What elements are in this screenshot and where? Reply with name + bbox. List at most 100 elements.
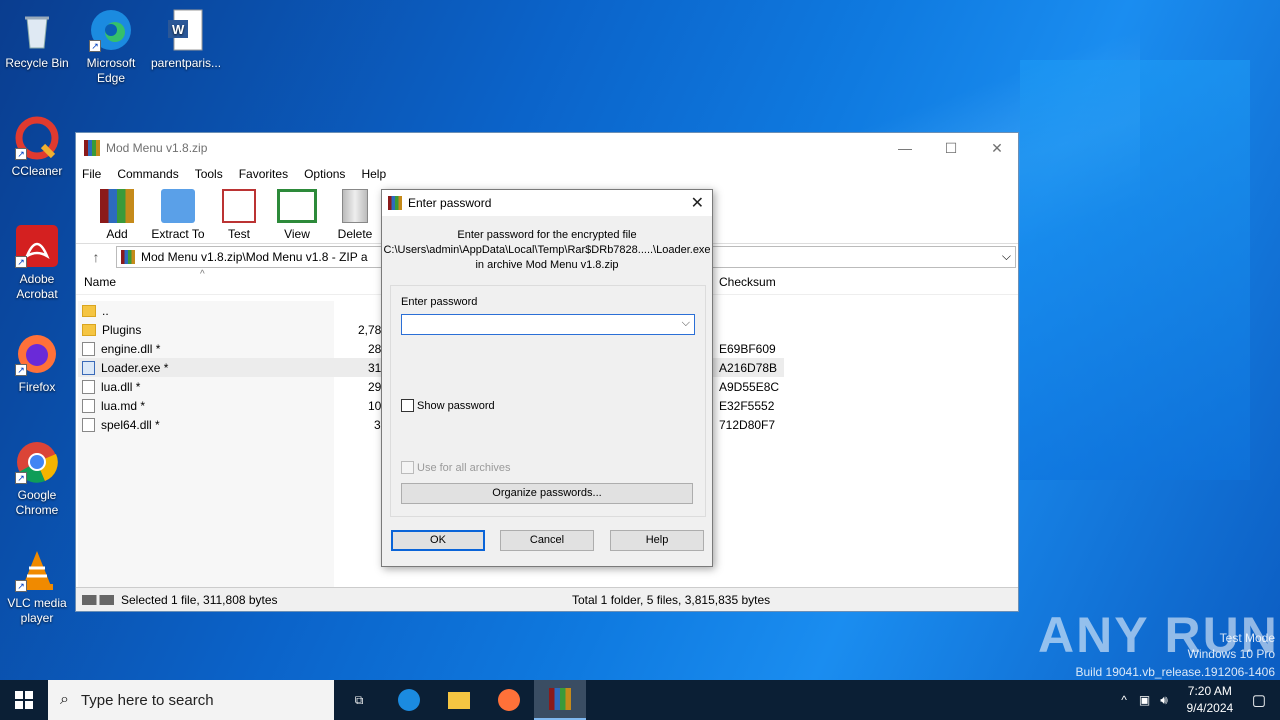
volume-icon[interactable]: 🔊︎	[1160, 693, 1168, 708]
edge-icon	[398, 689, 420, 711]
list-item[interactable]: Plugins	[82, 320, 141, 339]
dialog-info: Enter password for the encrypted file C:…	[382, 228, 712, 273]
toolbar-label: Add	[106, 227, 128, 241]
winrar-title-bar[interactable]: Mod Menu v1.8.zip	[76, 133, 1018, 163]
close-button[interactable]: ✕	[974, 133, 1020, 163]
list-item[interactable]: lua.md *	[82, 396, 145, 415]
file-size: 31	[368, 361, 382, 375]
close-icon[interactable]: ✕	[691, 193, 704, 213]
clock-date: 9/4/2024	[1186, 701, 1234, 715]
file-name: ..	[102, 303, 109, 318]
test-clipboard-icon	[222, 189, 256, 223]
winrar-app-icon	[84, 140, 100, 156]
menu-favorites[interactable]: Favorites	[239, 167, 288, 181]
system-tray: ^ ▣ 🔊︎ 7:20 AM 9/4/2024 ▢	[1121, 680, 1280, 720]
desktop-icon-label: VLC media player	[7, 596, 67, 625]
desktop-icon-vlc[interactable]: ↗ VLC media player	[2, 548, 72, 626]
info-line: in archive Mod Menu v1.8.zip	[475, 259, 619, 271]
use-for-all-checkbox: Use for all archives	[401, 461, 511, 474]
desktop-icon-recycle-bin[interactable]: Recycle Bin	[2, 8, 72, 71]
desktop-icon-chrome[interactable]: ↗ Google Chrome	[2, 440, 72, 518]
firefox-icon: ↗	[15, 332, 59, 376]
minimize-button[interactable]: —	[882, 133, 928, 163]
checkbox-box	[401, 461, 414, 474]
info-path: C:\Users\admin\AppData\Local\Temp\Rar$DR…	[383, 244, 711, 256]
toolbar-add-button[interactable]: Add	[88, 185, 146, 243]
password-field-label: Enter password	[401, 296, 478, 308]
taskbar-edge[interactable]	[384, 680, 434, 720]
start-button[interactable]	[0, 680, 48, 720]
task-view-icon: ⧉	[354, 692, 364, 707]
menu-help[interactable]: Help	[361, 167, 386, 181]
file-name: lua.dll *	[101, 379, 141, 394]
edge-icon: ↗	[89, 8, 133, 52]
toolbar-delete-button[interactable]: Delete	[326, 185, 384, 243]
list-item[interactable]: spel64.dll *	[82, 415, 160, 434]
password-group: Enter password ⌵ Show password Use for a…	[390, 285, 706, 517]
password-input[interactable]: ⌵	[401, 314, 695, 335]
show-password-checkbox[interactable]: Show password	[401, 399, 495, 412]
toolbar-test-button[interactable]: Test	[210, 185, 268, 243]
chevron-down-icon[interactable]: ⌵	[1002, 249, 1011, 264]
desktop-icon-edge[interactable]: ↗ Microsoft Edge	[76, 8, 146, 86]
folder-icon	[448, 691, 470, 709]
desktop-icon-word-document[interactable]: W parentparis...	[151, 8, 221, 71]
desktop-icon-label: Adobe Acrobat	[16, 272, 58, 301]
taskbar-winrar[interactable]	[534, 680, 586, 720]
file-name: engine.dll *	[101, 341, 161, 356]
list-item[interactable]: Loader.exe *	[82, 358, 168, 377]
chevron-down-icon[interactable]: ⌵	[682, 317, 690, 330]
desktop-icon-ccleaner[interactable]: ↗ CCleaner	[2, 116, 72, 179]
window-title: Mod Menu v1.8.zip	[106, 141, 208, 155]
column-checksum[interactable]: Checksum	[719, 275, 776, 289]
build-text: Build 19041.vb_release.191206-1406	[1075, 665, 1276, 679]
network-icon[interactable]: ▣	[1139, 693, 1150, 707]
menu-file[interactable]: File	[82, 167, 101, 181]
desktop-icon-acrobat[interactable]: ↗ Adobe Acrobat	[2, 224, 72, 302]
dialog-title-bar[interactable]: Enter password ✕	[382, 190, 712, 216]
checkbox-label: Show password	[417, 399, 495, 412]
taskbar-file-explorer[interactable]	[434, 680, 484, 720]
desktop-icon-firefox[interactable]: ↗ Firefox	[2, 332, 72, 395]
column-name[interactable]: Name	[84, 275, 116, 289]
taskbar-search-box[interactable]: ⌕ Type here to search	[48, 680, 334, 720]
search-icon: ⌕	[60, 691, 69, 708]
info-line: Enter password for the encrypted file	[457, 229, 637, 241]
list-item[interactable]: lua.dll *	[82, 377, 140, 396]
file-name: spel64.dll *	[101, 417, 160, 432]
trash-icon	[342, 189, 368, 223]
file-size: 28	[368, 342, 382, 356]
task-view-button[interactable]: ⧉	[334, 680, 384, 720]
status-selected: Selected 1 file, 311,808 bytes	[121, 592, 278, 607]
drive-icon	[82, 594, 114, 605]
search-placeholder: Type here to search	[80, 691, 214, 709]
list-item[interactable]: engine.dll *	[82, 339, 160, 358]
list-item[interactable]: ..	[82, 301, 109, 320]
notification-icon[interactable]: ▢	[1252, 691, 1266, 709]
clock[interactable]: 7:20 AM 9/4/2024	[1178, 683, 1242, 717]
help-button[interactable]: Help	[610, 530, 704, 551]
cancel-button[interactable]: Cancel	[500, 530, 594, 551]
menu-options[interactable]: Options	[304, 167, 345, 181]
up-arrow-icon[interactable]: ↑	[76, 249, 116, 265]
dll-file-icon	[82, 417, 95, 432]
file-checksum: 712D80F7	[719, 418, 776, 432]
checkbox-box	[401, 399, 414, 412]
ok-button[interactable]: OK	[391, 530, 485, 551]
enter-password-dialog[interactable]: Enter password ✕ Enter password for the …	[381, 189, 713, 567]
file-size: 3	[374, 418, 381, 432]
folder-extract-icon	[161, 189, 195, 223]
toolbar-view-button[interactable]: View	[268, 185, 326, 243]
toolbar-label: Extract To	[151, 227, 205, 241]
desktop-icon-label: CCleaner	[11, 164, 63, 178]
menu-commands[interactable]: Commands	[117, 167, 178, 181]
organize-passwords-button[interactable]: Organize passwords...	[401, 483, 693, 504]
maximize-button[interactable]: ☐	[928, 133, 974, 163]
chevron-up-icon[interactable]: ^	[1121, 693, 1127, 707]
taskbar-firefox[interactable]	[484, 680, 534, 720]
file-name: lua.md *	[101, 398, 146, 413]
toolbar-extract-button[interactable]: Extract To	[146, 185, 210, 243]
dll-file-icon	[82, 379, 95, 394]
menu-tools[interactable]: Tools	[195, 167, 223, 181]
file-size: 10	[368, 399, 382, 413]
